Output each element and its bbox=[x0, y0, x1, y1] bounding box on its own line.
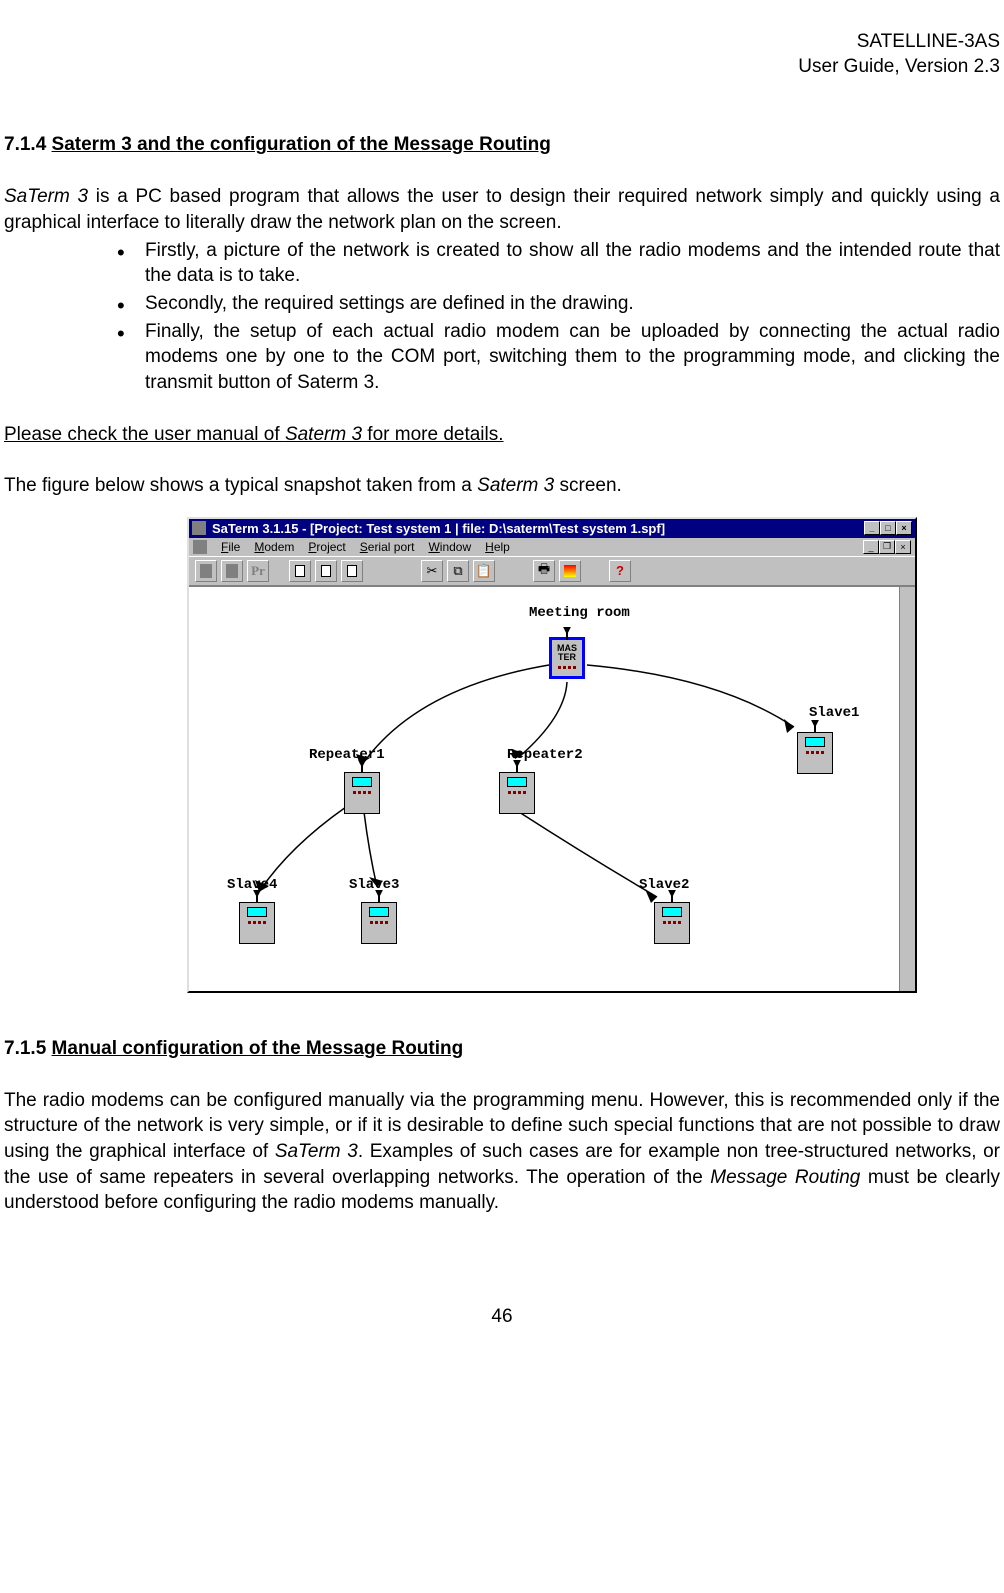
titlebar: SaTerm 3.1.15 - [Project: Test system 1 … bbox=[189, 519, 915, 538]
toolbar-modem1-icon[interactable] bbox=[195, 560, 217, 582]
bullet-item: Finally, the setup of each actual radio … bbox=[145, 319, 1000, 396]
check-pre: Please check the user manual of bbox=[4, 424, 285, 445]
figure-post: screen. bbox=[554, 475, 622, 496]
close-button[interactable]: × bbox=[896, 521, 912, 535]
menu-window[interactable]: Window bbox=[428, 540, 471, 554]
toolbar-help-icon[interactable]: ? bbox=[609, 560, 631, 582]
bullet-list: Firstly, a picture of the network is cre… bbox=[0, 238, 1004, 396]
menu-help[interactable]: Help bbox=[485, 540, 510, 554]
menu-modem[interactable]: Modem bbox=[254, 540, 294, 554]
menu-serial-port[interactable]: Serial port bbox=[360, 540, 415, 554]
mdi-minimize-button[interactable]: _ bbox=[863, 540, 879, 554]
window-buttons: _ □ × bbox=[864, 521, 912, 535]
section-heading-714: 7.1.4 Saterm 3 and the configuration of … bbox=[0, 134, 1004, 156]
page-header: SATELLINE-3AS User Guide, Version 2.3 bbox=[0, 30, 1004, 79]
app-icon bbox=[192, 521, 206, 535]
check-post: for more details. bbox=[362, 424, 504, 445]
intro-italic: SaTerm 3 bbox=[4, 186, 88, 207]
label-slave2: Slave2 bbox=[639, 877, 689, 893]
page-number: 46 bbox=[0, 1306, 1004, 1328]
section-title: Manual configuration of the Message Rout… bbox=[52, 1038, 464, 1059]
toolbar-copy-icon[interactable]: ⧉ bbox=[447, 560, 469, 582]
section-title: Saterm 3 and the configuration of the Me… bbox=[52, 134, 551, 155]
label-slave3: Slave3 bbox=[349, 877, 399, 893]
diagram-canvas[interactable]: Meeting room MASTER Slave1 Repeater1 Rep… bbox=[189, 586, 915, 991]
toolbar-doc2-icon[interactable] bbox=[315, 560, 337, 582]
mdi-icon bbox=[193, 540, 207, 554]
intro-paragraph: SaTerm 3 is a PC based program that allo… bbox=[0, 184, 1004, 235]
node-master[interactable]: MASTER bbox=[549, 637, 585, 679]
minimize-button[interactable]: _ bbox=[864, 521, 880, 535]
toolbar-cut-icon[interactable]: ✂ bbox=[421, 560, 443, 582]
bullet-item: Firstly, a picture of the network is cre… bbox=[145, 238, 1000, 289]
s2-part1: SaTerm 3 bbox=[275, 1141, 358, 1162]
toolbar-doc3-icon[interactable] bbox=[341, 560, 363, 582]
vertical-scrollbar[interactable] bbox=[899, 587, 915, 991]
toolbar-send-icon[interactable] bbox=[559, 560, 581, 582]
section-number: 7.1.5 bbox=[4, 1038, 46, 1059]
figure-italic: Saterm 3 bbox=[477, 475, 554, 496]
section-heading-715: 7.1.5 Manual configuration of the Messag… bbox=[0, 1038, 1004, 1060]
maximize-button[interactable]: □ bbox=[880, 521, 896, 535]
s2-part3: Message Routing bbox=[710, 1167, 860, 1188]
node-slave3[interactable] bbox=[361, 902, 397, 944]
figure-caption: The figure below shows a typical snapsho… bbox=[0, 473, 1004, 499]
label-meeting-room: Meeting room bbox=[529, 605, 630, 621]
toolbar: Pr ✂ ⧉ 📋 🖶 ? bbox=[189, 556, 915, 586]
node-repeater2[interactable] bbox=[499, 772, 535, 814]
window-title: SaTerm 3.1.15 - [Project: Test system 1 … bbox=[212, 521, 665, 536]
label-slave4: Slave4 bbox=[227, 877, 277, 893]
mdi-close-button[interactable]: × bbox=[895, 540, 911, 554]
node-slave4[interactable] bbox=[239, 902, 275, 944]
section-number: 7.1.4 bbox=[4, 134, 46, 155]
screenshot-container: SaTerm 3.1.15 - [Project: Test system 1 … bbox=[0, 517, 1004, 993]
intro-text: is a PC based program that allows the us… bbox=[4, 186, 1000, 233]
section2-body: The radio modems can be configured manua… bbox=[0, 1088, 1004, 1216]
toolbar-print-icon[interactable]: 🖶 bbox=[533, 560, 555, 582]
node-slave2[interactable] bbox=[654, 902, 690, 944]
header-line-1: SATELLINE-3AS bbox=[0, 30, 1000, 55]
menubar: File Modem Project Serial port Window He… bbox=[189, 538, 915, 556]
toolbar-pr-button[interactable]: Pr bbox=[247, 560, 269, 582]
figure-pre: The figure below shows a typical snapsho… bbox=[4, 475, 477, 496]
toolbar-doc1-icon[interactable] bbox=[289, 560, 311, 582]
menu-file[interactable]: File bbox=[221, 540, 240, 554]
check-italic: Saterm 3 bbox=[285, 424, 362, 445]
label-repeater1: Repeater1 bbox=[309, 747, 385, 763]
bullet-item: Secondly, the required settings are defi… bbox=[145, 291, 1000, 317]
app-window: SaTerm 3.1.15 - [Project: Test system 1 … bbox=[187, 517, 917, 993]
node-slave1[interactable] bbox=[797, 732, 833, 774]
node-repeater1[interactable] bbox=[344, 772, 380, 814]
mdi-restore-button[interactable]: ❐ bbox=[879, 540, 895, 554]
menu-project[interactable]: Project bbox=[308, 540, 345, 554]
toolbar-modem2-icon[interactable] bbox=[221, 560, 243, 582]
toolbar-paste-icon[interactable]: 📋 bbox=[473, 560, 495, 582]
check-note: Please check the user manual of Saterm 3… bbox=[0, 422, 1004, 448]
label-slave1: Slave1 bbox=[809, 705, 859, 721]
header-line-2: User Guide, Version 2.3 bbox=[0, 55, 1000, 80]
